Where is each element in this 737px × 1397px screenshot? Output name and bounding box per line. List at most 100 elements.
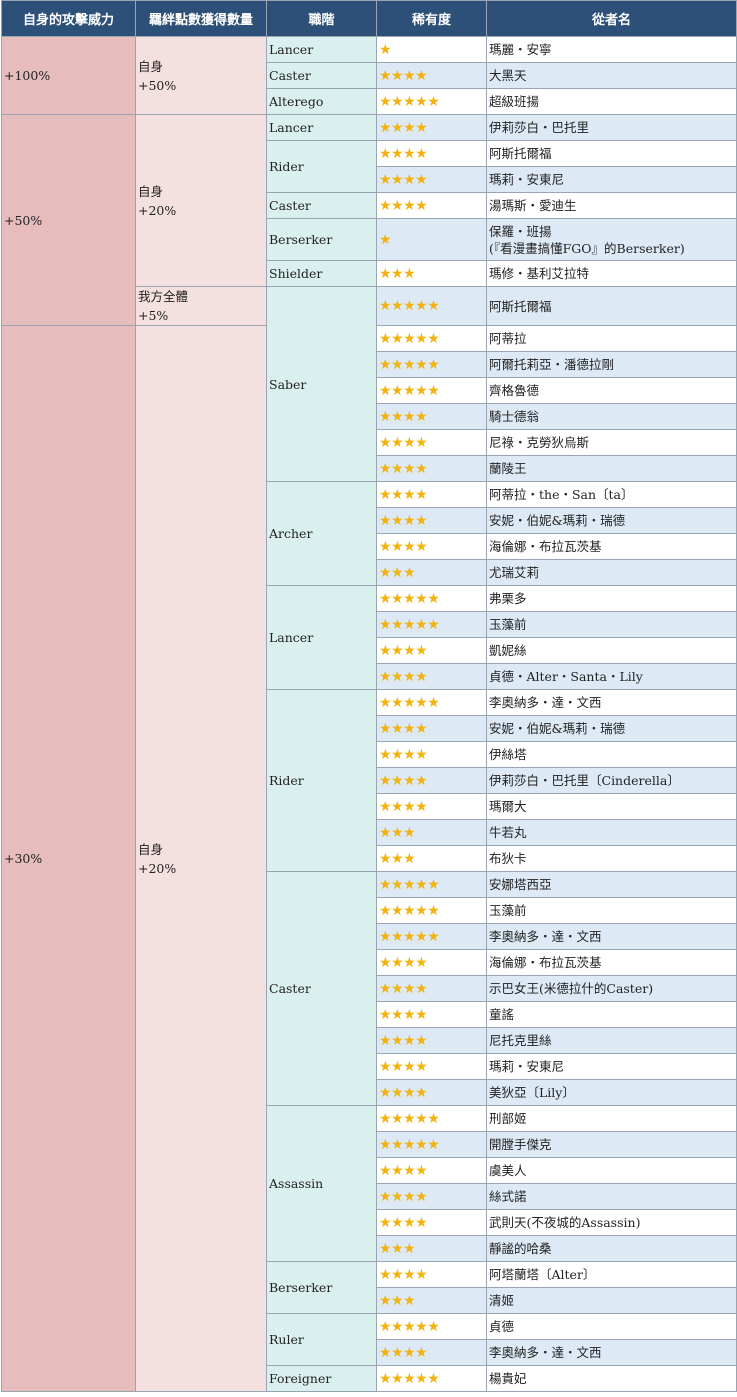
servant-name-cell: 湯瑪斯・愛迪生 — [486, 192, 737, 219]
rarity-stars: ★★★★ — [376, 140, 487, 167]
attack-power-cell: +30% — [1, 325, 136, 1392]
servant-name-cell: 刑部姬 — [486, 1105, 737, 1132]
rarity-stars: ★★★★ — [376, 62, 487, 89]
servant-name: 貞德・Alter・Santa・Lily — [489, 669, 643, 684]
servant-name: 海倫娜・布拉瓦茨基 — [489, 955, 602, 970]
servant-name: 齊格魯德 — [489, 383, 540, 398]
servant-name: 美狄亞〔Lily〕 — [489, 1085, 575, 1100]
servant-name: 尤瑞艾莉 — [489, 565, 540, 580]
rarity-stars: ★★★★★ — [376, 897, 487, 924]
servant-name: 安妮・伯妮&瑪莉・瑞德 — [489, 721, 626, 736]
servant-name-cell: 虞美人 — [486, 1157, 737, 1184]
servant-name-cell: 李奧納多・達・文西 — [486, 923, 737, 950]
servant-name: 阿爾托莉亞・潘德拉剛 — [489, 357, 615, 372]
servant-name-cell: 貞德・Alter・Santa・Lily — [486, 663, 737, 690]
servant-name: 大黑天 — [489, 68, 527, 83]
header-rarity: 稀有度 — [376, 0, 487, 37]
servant-name-cell: 尼托克里絲 — [486, 1027, 737, 1054]
servant-name-cell: 安妮・伯妮&瑪莉・瑞德 — [486, 715, 737, 742]
servant-name-cell: 安娜塔西亞 — [486, 871, 737, 898]
servant-name-cell: 弗栗多 — [486, 585, 737, 612]
rarity-stars: ★★★ — [376, 559, 487, 586]
bond-points-cell: 自身 +50% — [135, 36, 267, 115]
servant-name-note: (『看漫畫搞懂FGO』的Berserker) — [489, 240, 685, 256]
rarity-stars: ★★★★ — [376, 663, 487, 690]
rarity-stars: ★★★★ — [376, 192, 487, 219]
servant-name: 絲式諾 — [489, 1189, 527, 1204]
class-cell: Ruler — [266, 1313, 377, 1366]
servant-name: 阿斯托爾福 — [489, 146, 552, 161]
servant-name: 靜謐的哈桑 — [489, 1241, 552, 1256]
header-bond-points: 羈絆點數獲得數量 — [135, 0, 267, 37]
servant-name-cell: 阿斯托爾福 — [486, 140, 737, 167]
servant-table: 自身的攻擊威力 羈絆點數獲得數量 職階 稀有度 從者名 +100% 自身 +50% L… — [1, 0, 737, 1392]
servant-name: 李奧納多・達・文西 — [489, 929, 602, 944]
rarity-stars: ★★★★ — [376, 507, 487, 534]
servant-name: 尼祿・克勞狄烏斯 — [489, 435, 590, 450]
bond-points-cell: 自身 +20% — [135, 114, 267, 287]
class-cell: Shielder — [266, 260, 377, 287]
servant-name-cell: 海倫娜・布拉瓦茨基 — [486, 949, 737, 976]
class-cell: Lancer — [266, 36, 377, 63]
table-row: +100% 自身 +50% Lancer ★ 瑪麗・安寧 — [1, 36, 737, 115]
servant-name: 尼托克里絲 — [489, 1033, 552, 1048]
servant-name: 蘭陵王 — [489, 461, 527, 476]
header-attack-power: 自身的攻擊威力 — [1, 0, 136, 37]
rarity-stars: ★★★★ — [376, 429, 487, 456]
class-cell: Assassin — [266, 1105, 377, 1262]
servant-name: 瑪麗・安寧 — [489, 42, 552, 57]
servant-name: 阿蒂拉 — [489, 331, 527, 346]
servant-name-cell: 超級班揚 — [486, 88, 737, 115]
servant-name-cell: 開膛手傑克 — [486, 1131, 737, 1158]
rarity-stars: ★★★★ — [376, 637, 487, 664]
servant-name: 清姬 — [489, 1293, 515, 1308]
rarity-stars: ★★★★★ — [376, 351, 487, 378]
rarity-stars: ★★★★★ — [376, 611, 487, 638]
servant-name: 貞德 — [489, 1319, 515, 1334]
servant-name-cell: 示巴女王(米德拉什的Caster) — [486, 975, 737, 1002]
class-cell: Foreigner — [266, 1365, 377, 1392]
bond-target: 自身 — [138, 841, 164, 857]
servant-name-cell: 楊貴妃 — [486, 1365, 737, 1392]
servant-name: 弗栗多 — [489, 591, 527, 606]
rarity-stars: ★★★ — [376, 1287, 487, 1314]
servant-name-cell: 騎士德翁 — [486, 403, 737, 430]
servant-name-cell: 阿斯托爾福 — [486, 286, 737, 326]
class-cell: Rider — [266, 140, 377, 193]
rarity-stars: ★ — [376, 36, 487, 63]
servant-name: 保羅・班揚 — [489, 223, 552, 239]
servant-name-cell: 瑪莉・安東尼 — [486, 1053, 737, 1080]
servant-name: 布狄卡 — [489, 851, 527, 866]
servant-name: 楊貴妃 — [489, 1371, 527, 1386]
class-cell: Berserker — [266, 1261, 377, 1314]
bond-value: +5% — [138, 308, 169, 323]
rarity-stars: ★★★★★ — [376, 1365, 487, 1392]
servant-name: 安妮・伯妮&瑪莉・瑞德 — [489, 513, 626, 528]
class-cell: Alterego — [266, 88, 377, 115]
rarity-stars: ★★★★ — [376, 715, 487, 742]
class-cell: Caster — [266, 62, 377, 89]
rarity-stars: ★★★★ — [376, 1001, 487, 1028]
servant-name: 玉藻前 — [489, 903, 527, 918]
rarity-stars: ★★★★ — [376, 1157, 487, 1184]
rarity-stars: ★★★★★ — [376, 1105, 487, 1132]
rarity-stars: ★★★★ — [376, 1209, 487, 1236]
rarity-stars: ★★★★ — [376, 975, 487, 1002]
bond-value: +50% — [138, 77, 177, 93]
class-cell: Berserker — [266, 218, 377, 261]
rarity-stars: ★★★ — [376, 845, 487, 872]
rarity-stars: ★★★★★ — [376, 325, 487, 352]
servant-name: 騎士德翁 — [489, 409, 540, 424]
bond-target: 自身 — [138, 183, 164, 199]
servant-name-cell: 玉藻前 — [486, 897, 737, 924]
servant-name: 刑部姬 — [489, 1111, 527, 1126]
servant-name-cell: 尤瑞艾莉 — [486, 559, 737, 586]
rarity-stars: ★★★★ — [376, 166, 487, 193]
servant-name-cell: 齊格魯德 — [486, 377, 737, 404]
rarity-stars: ★★★★ — [376, 455, 487, 482]
class-cell: Archer — [266, 481, 377, 586]
servant-name: 安娜塔西亞 — [489, 877, 552, 892]
servant-name-cell: 美狄亞〔Lily〕 — [486, 1079, 737, 1106]
rarity-stars: ★★★★★ — [376, 871, 487, 898]
class-cell: Caster — [266, 871, 377, 1106]
